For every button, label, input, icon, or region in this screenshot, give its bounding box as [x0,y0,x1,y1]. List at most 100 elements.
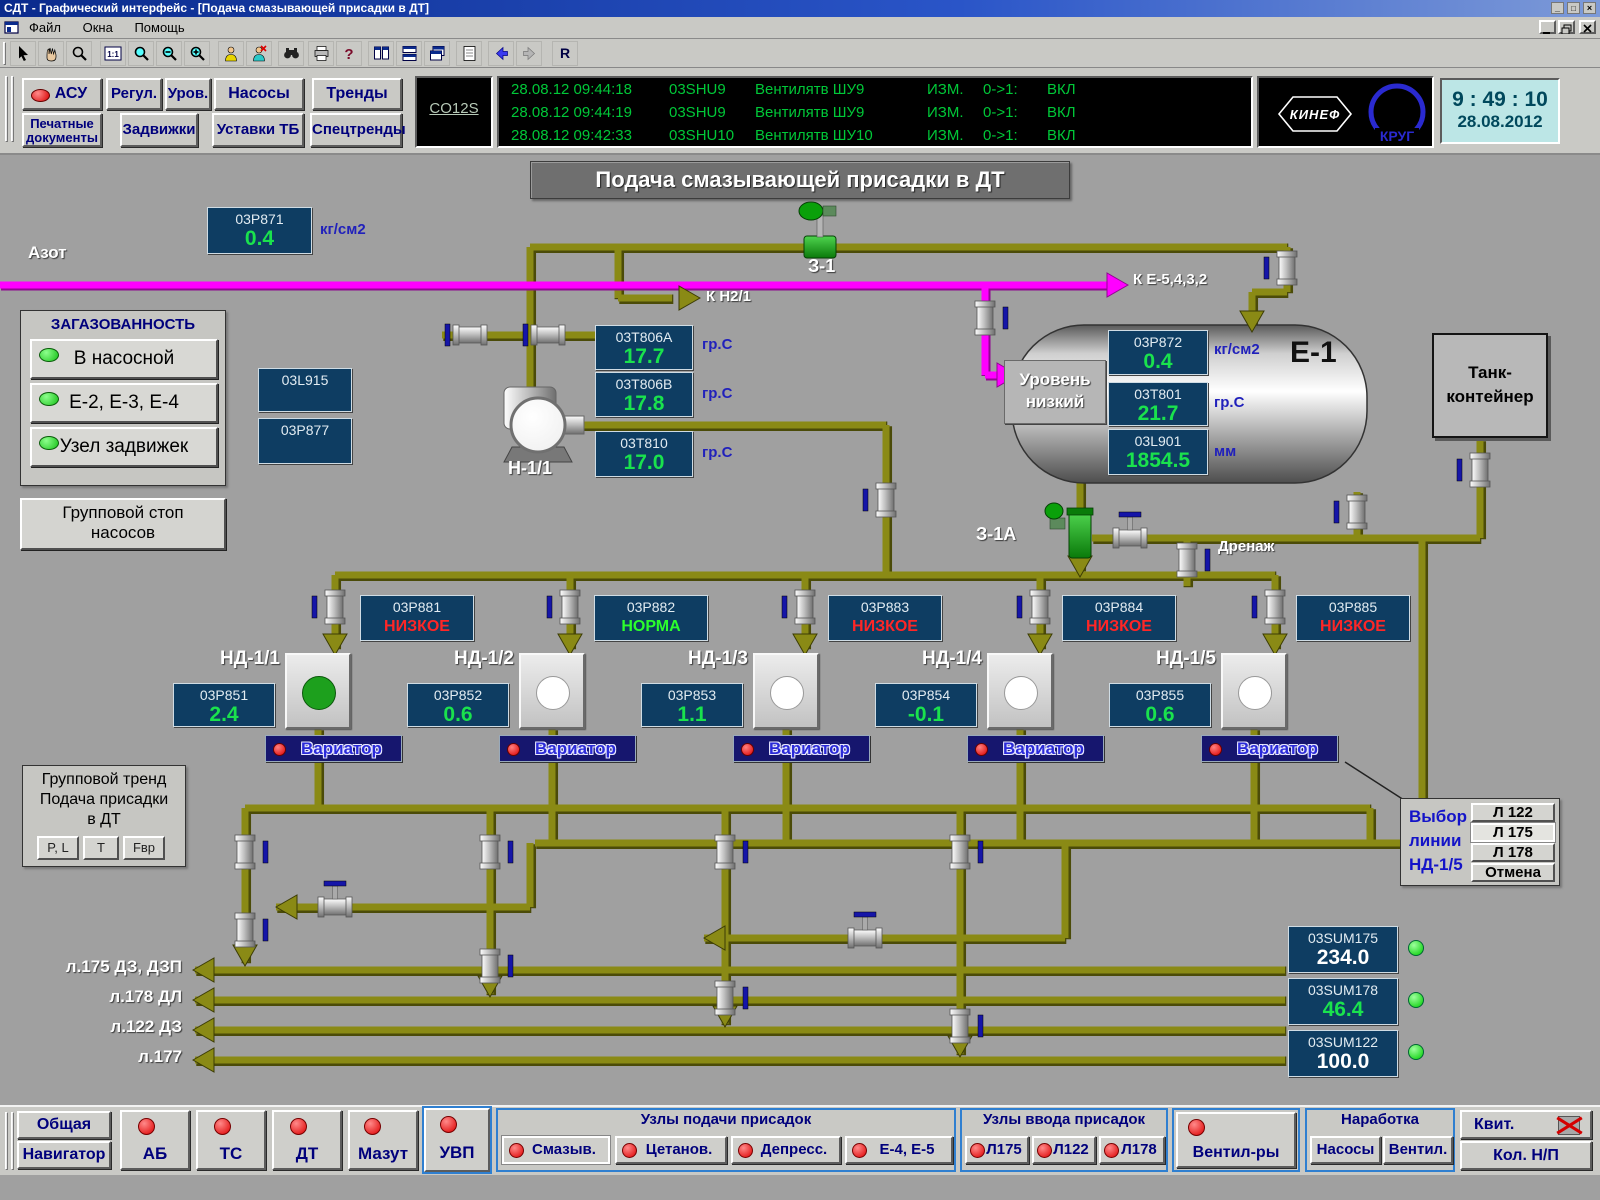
tile-horizontal-icon[interactable] [396,41,422,66]
pump-nd13[interactable] [753,653,819,729]
alarm-03p881[interactable]: 03P881 НИЗКОЕ [360,595,474,641]
window-maximize-button[interactable]: □ [1567,2,1580,14]
co12s-box[interactable]: CO12S [415,76,493,148]
valve-z1[interactable] [798,201,837,259]
display-03p854[interactable]: 03P854 -0.1 [875,683,977,727]
gas-e234-button[interactable]: Е-2, Е-3, Е-4 [30,383,218,423]
depress-button[interactable]: Депресс. [731,1136,841,1164]
display-03l915[interactable]: 03L915 [258,368,352,412]
pump-nd11[interactable] [285,653,351,729]
header-grip[interactable] [5,76,8,142]
ventilators-button[interactable]: Вентил-ры [1176,1112,1296,1168]
variator-nd14-button[interactable]: Вариатор [967,735,1104,762]
header-grip2[interactable] [11,76,14,142]
display-03p855[interactable]: 03P855 0.6 [1109,683,1211,727]
zoom-window-icon[interactable] [128,41,154,66]
pump-nd15[interactable] [1221,653,1287,729]
display-03p877[interactable]: 03P877 [258,418,352,464]
mdi-close-button[interactable] [1579,20,1596,34]
line-l178-button[interactable]: Л 178 [1471,843,1555,862]
print-docs-button[interactable]: Печатные документы [22,113,102,147]
line-l175-button[interactable]: Л 175 [1470,822,1556,843]
display-03p871[interactable]: 03P871 0.4 [207,207,312,254]
alarm-03p884[interactable]: 03P884 НИЗКОЕ [1062,595,1176,641]
toolbar-grip[interactable] [3,42,6,65]
display-03t806a[interactable]: 03T806A 17.7 [595,325,693,370]
line-l122-button[interactable]: Л 122 [1471,803,1555,822]
kvit-button[interactable]: Квит. [1460,1110,1592,1139]
tank-container[interactable]: Танк- контейнер [1432,333,1548,438]
ts-button[interactable]: ТС [196,1110,266,1170]
mdi-minimize-button[interactable] [1539,20,1556,34]
zoom-out-icon[interactable] [156,41,182,66]
cascade-windows-icon[interactable] [424,41,450,66]
bottom-grip[interactable] [5,1112,8,1170]
nav-forward-icon[interactable] [516,41,542,66]
ustavki-tb-button[interactable]: Уставки ТБ [212,113,304,147]
display-03l901[interactable]: 03L901 1854.5 [1108,429,1208,475]
display-03t810[interactable]: 03T810 17.0 [595,431,693,477]
smazyv-button[interactable]: Смазыв. [501,1135,611,1165]
gas-valve-unit-button[interactable]: Узел задвижек [30,427,218,467]
window-minimize-button[interactable]: _ [1551,2,1564,14]
users-icon[interactable] [218,41,244,66]
gas-pumphouse-button[interactable]: В насосной [30,339,218,379]
group-stop-button[interactable]: Групповой стоп насосов [20,498,226,550]
bottom-grip2[interactable] [11,1112,14,1170]
display-03sum122[interactable]: 03SUM122 100.0 [1288,1030,1398,1077]
ab-button[interactable]: АБ [120,1110,190,1170]
display-03p852[interactable]: 03P852 0.6 [407,683,509,727]
display-03t801[interactable]: 03T801 21.7 [1108,382,1208,426]
alarm-log[interactable]: 28.08.12 09:44:18 03SHU9 Вентилятв ШУ9 ИЗМ.… [497,76,1253,148]
l175-button[interactable]: Л175 [965,1136,1029,1164]
r-mode-button[interactable]: R [552,41,578,66]
display-03sum178[interactable]: 03SUM178 46.4 [1288,978,1398,1025]
variator-nd12-button[interactable]: Вариатор [499,735,636,762]
spectrendy-button[interactable]: Спецтренды [310,113,406,147]
display-03sum175[interactable]: 03SUM175 234.0 [1288,926,1398,973]
zadvizhki-button[interactable]: Задвижки [120,113,198,147]
alarm-03p885[interactable]: 03P885 НИЗКОЕ [1296,595,1410,641]
zoom-100-button[interactable]: 1:1 [100,41,126,66]
obshchaya-button[interactable]: Общая [17,1111,111,1139]
cetanov-button[interactable]: Цетанов. [615,1136,727,1164]
window-close-button[interactable]: × [1583,2,1596,14]
alarm-03p883[interactable]: 03P883 НИЗКОЕ [828,595,942,641]
mdi-restore-button[interactable] [1558,20,1575,35]
zoom-tool-icon[interactable] [66,41,92,66]
display-03p872[interactable]: 03P872 0.4 [1108,330,1208,375]
nav-back-icon[interactable] [488,41,514,66]
select-tool-icon[interactable] [10,41,36,66]
display-03t806b[interactable]: 03T806B 17.8 [595,372,693,417]
pump-n11[interactable] [503,386,585,463]
menu-windows[interactable]: Окна [74,17,122,38]
l122-button[interactable]: Л122 [1032,1136,1096,1164]
pump-nd14[interactable] [987,653,1053,729]
valve-z1a[interactable] [1044,502,1094,559]
runtime-vent-button[interactable]: Вентил. [1383,1136,1453,1164]
variator-nd13-button[interactable]: Вариатор [733,735,870,762]
find-binoculars-icon[interactable] [278,41,304,66]
help-icon[interactable]: ? [336,41,362,66]
mazut-button[interactable]: Мазут [348,1110,418,1170]
variator-nd15-button[interactable]: Вариатор [1201,735,1338,762]
uvp-button[interactable]: УВП [422,1106,492,1174]
variator-nd11-button[interactable]: Вариатор [265,735,402,762]
urov-button[interactable]: Уров. [165,78,211,110]
print-icon[interactable] [308,41,334,66]
trend-pl-button[interactable]: P, L [37,836,79,860]
pump-nd12[interactable] [519,653,585,729]
display-03p853[interactable]: 03P853 1.1 [641,683,743,727]
tile-vertical-icon[interactable] [368,41,394,66]
trend-fvr-button[interactable]: Fвр [123,836,165,860]
e4-e5-button[interactable]: Е-4, Е-5 [845,1136,953,1164]
trend-t-button[interactable]: T [83,836,119,860]
l178-button[interactable]: Л178 [1099,1136,1165,1164]
navigator-button[interactable]: Навигатор [17,1141,111,1169]
report-page-icon[interactable] [456,41,482,66]
user-remove-icon[interactable] [246,41,272,66]
trendy-button[interactable]: Тренды [312,78,402,110]
pan-hand-icon[interactable] [38,41,64,66]
runtime-pumps-button[interactable]: Насосы [1310,1136,1381,1164]
menu-help[interactable]: Помощь [125,17,193,38]
